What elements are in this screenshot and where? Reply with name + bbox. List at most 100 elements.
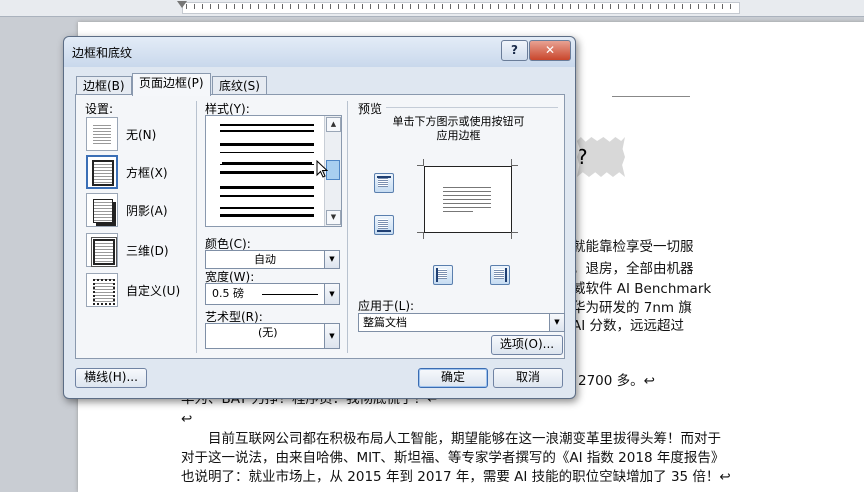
ruler-tick <box>618 4 619 9</box>
ruler-tick <box>434 4 435 9</box>
three-d-setting-icon <box>86 233 118 267</box>
setting-shadow[interactable]: 阴影(A) <box>86 193 206 227</box>
art-dropdown[interactable]: (无) ▼ <box>205 323 340 349</box>
width-dropdown[interactable]: 0.5 磅 ▼ <box>205 283 340 305</box>
tab-page-border[interactable]: 页面边框(P) <box>132 73 211 96</box>
ruler-tick <box>442 4 443 9</box>
ruler-tick <box>474 4 475 9</box>
line-style-option[interactable] <box>220 164 314 174</box>
horizontal-line-button[interactable]: 横线(H)... <box>75 368 147 388</box>
ruler-tick <box>226 4 227 9</box>
ruler-tick <box>282 4 283 9</box>
line-style-option[interactable] <box>220 143 314 153</box>
setting-three-d[interactable]: 三维(D) <box>86 233 206 267</box>
ruler-tick <box>186 4 187 9</box>
ruler-tick <box>362 4 363 9</box>
cancel-button[interactable]: 取消 <box>493 368 563 388</box>
document-text-line[interactable]: AI 分数，远远超过 <box>572 318 684 334</box>
document-text-line[interactable]: ，退房，全部由机器 <box>572 261 694 277</box>
document-text-line[interactable]: 2700 多。↩ <box>578 373 655 389</box>
preview-hint-line-2: 应用边框 <box>436 129 481 142</box>
apply-to-dropdown[interactable]: 整篇文档 ▼ <box>358 313 565 332</box>
top-border-icon <box>378 177 388 187</box>
close-icon: ✕ <box>544 43 556 57</box>
ruler-tick <box>514 4 515 9</box>
ruler-tick <box>418 4 419 9</box>
ruler-tick <box>290 4 291 9</box>
right-border-icon <box>494 269 504 279</box>
ok-button[interactable]: 确定 <box>418 368 488 388</box>
ruler-tick <box>322 4 323 9</box>
top-border-button[interactable] <box>374 173 394 193</box>
bottom-border-button[interactable] <box>374 215 394 235</box>
options-button[interactable]: 选项(O)... <box>491 335 563 355</box>
document-text-line[interactable]: 就能靠检享受一切服 <box>572 239 694 255</box>
scroll-down-icon[interactable]: ▼ <box>326 210 341 225</box>
ruler-tick <box>498 4 499 9</box>
ruler-tick <box>698 4 699 9</box>
ruler-tick <box>634 4 635 9</box>
ruler-tick <box>506 4 507 9</box>
style-separator <box>347 101 348 353</box>
right-border-button[interactable] <box>490 265 510 285</box>
close-button[interactable]: ✕ <box>529 40 571 61</box>
ruler-tick <box>426 4 427 9</box>
tab-shading[interactable]: 底纹(S) <box>212 76 267 95</box>
ruler-tick <box>538 4 539 9</box>
scroll-thumb[interactable] <box>326 160 340 180</box>
document-callout-shape[interactable]: ? <box>577 137 625 177</box>
horizontal-line-label: 横线(H)... <box>84 370 138 384</box>
chevron-down-icon[interactable]: ▼ <box>324 324 339 348</box>
ruler-tick <box>586 4 587 9</box>
horizontal-ruler[interactable] <box>0 0 864 17</box>
chevron-down-icon[interactable]: ▼ <box>324 251 339 268</box>
help-icon: ? <box>511 43 518 57</box>
line-style-option[interactable] <box>220 207 314 217</box>
chevron-down-icon[interactable]: ▼ <box>324 284 339 304</box>
color-dropdown[interactable]: 自动 ▼ <box>205 250 340 269</box>
ruler-tick <box>306 4 307 9</box>
line-style-option[interactable] <box>220 186 314 197</box>
ruler-tick <box>714 4 715 9</box>
corner-mark <box>417 159 424 166</box>
document-text-line[interactable]: 华为研发的 7nm 旗 <box>572 300 692 316</box>
document-text-line[interactable]: 对于这一说法，由来自哈佛、MIT、斯坦福、等专家学者撰写的《AI 指数 2018… <box>181 450 724 466</box>
ruler-tick <box>490 4 491 9</box>
ruler-tick <box>410 4 411 9</box>
corner-mark <box>511 159 518 166</box>
document-text-line[interactable]: ↩ <box>181 411 192 427</box>
chevron-down-icon[interactable]: ▼ <box>549 314 564 331</box>
ruler-tick <box>610 4 611 9</box>
corner-mark <box>511 232 518 239</box>
cancel-button-label: 取消 <box>515 370 540 384</box>
setting-box[interactable]: 方框(X) <box>86 155 206 189</box>
preview-page[interactable] <box>424 166 512 233</box>
setting-none[interactable]: 无(N) <box>86 117 206 151</box>
ruler-tick <box>690 4 691 9</box>
document-header-rule <box>612 96 690 97</box>
document-text-line[interactable]: 目前互联网公司都在积极布局人工智能，期望能够在这一浪潮变革里拔得头筹！而对于 <box>208 431 721 447</box>
help-button[interactable]: ? <box>501 40 528 61</box>
ruler-tick <box>650 4 651 9</box>
settings-label: 设置: <box>85 102 114 116</box>
ruler-tick <box>338 4 339 9</box>
dialog-titlebar[interactable]: 边框和底纹 ? ✕ <box>64 37 575 67</box>
ruler-tick <box>234 4 235 9</box>
document-text-line[interactable]: 威软件 AI Benchmark <box>572 281 711 297</box>
ruler-tick <box>210 4 211 9</box>
ruler-tick <box>666 4 667 9</box>
left-border-button[interactable] <box>433 265 453 285</box>
scroll-up-icon[interactable]: ▲ <box>326 117 341 132</box>
ruler-tick <box>242 4 243 9</box>
none-setting-icon <box>86 117 118 151</box>
tab-borders[interactable]: 边框(B) <box>76 76 132 95</box>
ruler-tick <box>706 4 707 9</box>
document-text-line[interactable]: 也说明了：就业市场上，从 2015 年到 2017 年，需要 AI 技能的职位空… <box>181 469 731 485</box>
line-style-option[interactable] <box>220 124 314 132</box>
width-sample-line <box>262 294 318 295</box>
custom-setting-icon <box>86 273 118 307</box>
setting-three-d-label: 三维(D) <box>126 244 169 258</box>
setting-custom[interactable]: 自定义(U) <box>86 273 206 307</box>
mouse-pointer-icon <box>316 160 328 178</box>
left-border-icon <box>437 269 447 279</box>
